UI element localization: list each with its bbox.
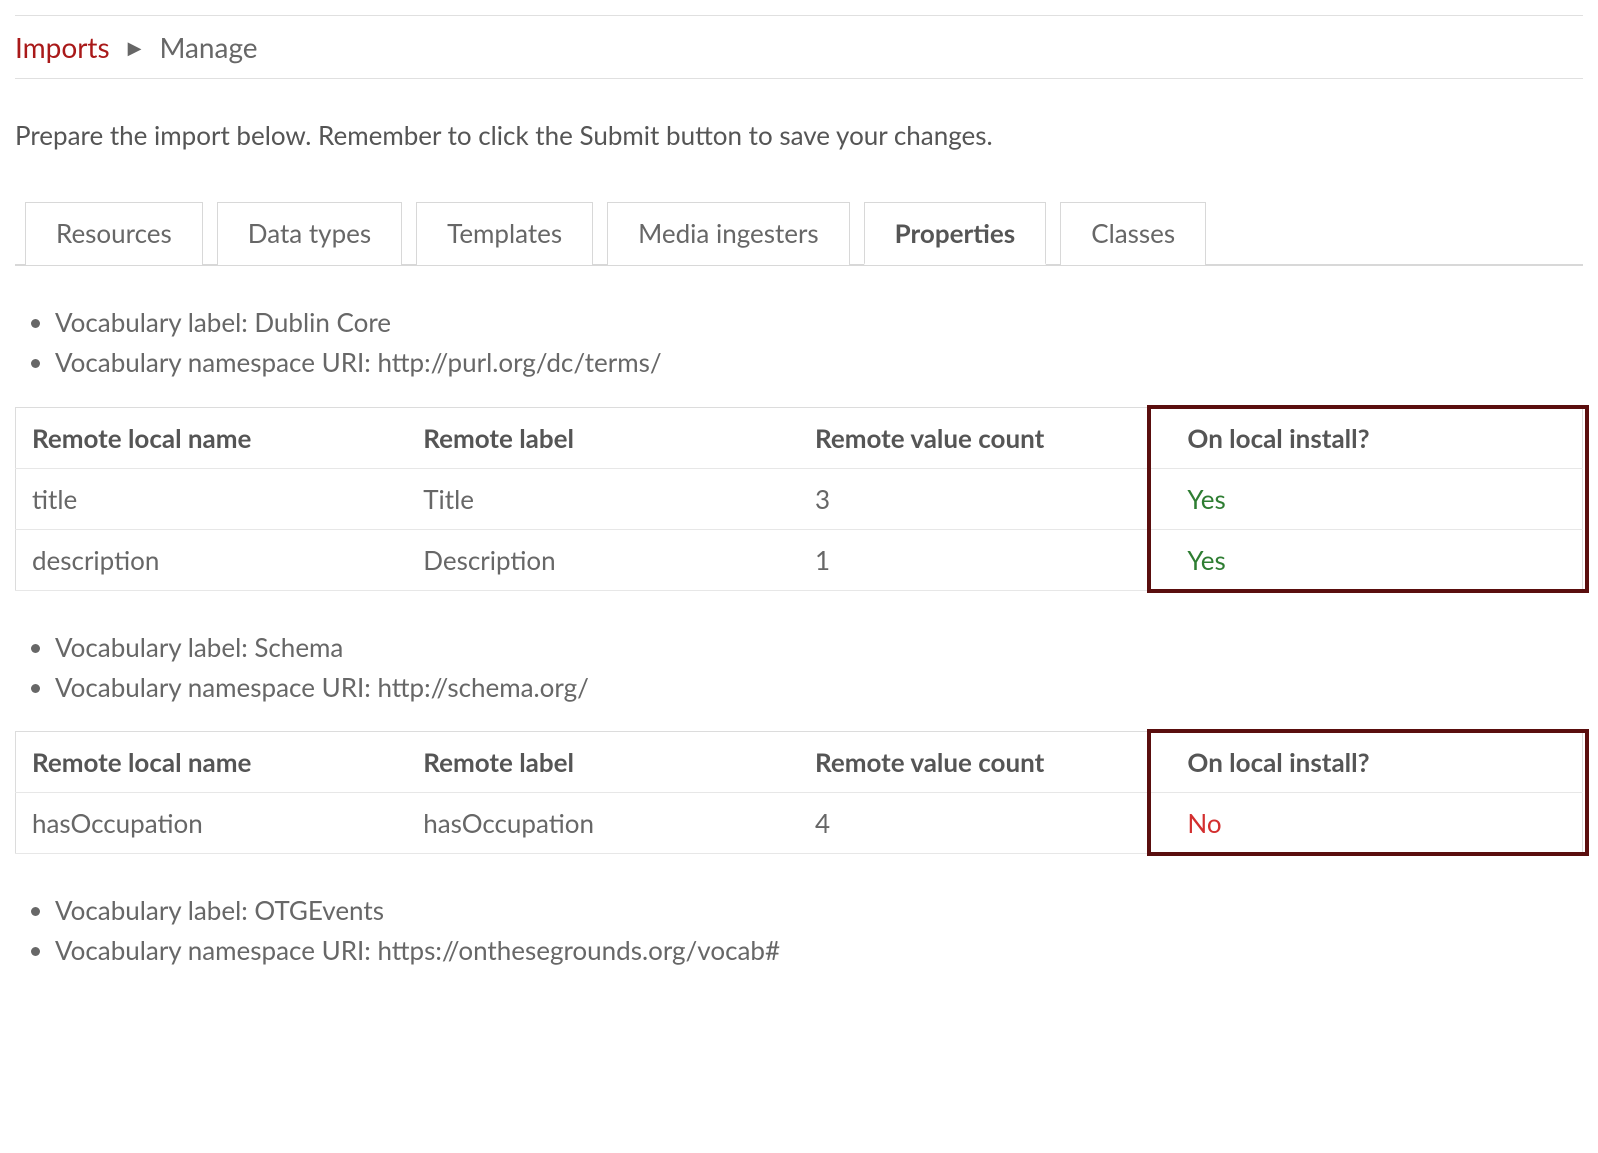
tabs: ResourcesData typesTemplatesMedia ingest… — [15, 201, 1583, 266]
cell-remote-label: Title — [407, 468, 799, 529]
col-header-remote-label: Remote label — [407, 407, 799, 468]
cell-remote-local-name: description — [16, 529, 408, 590]
cell-on-local-install: Yes — [1159, 468, 1582, 529]
vocab-info: Vocabulary label: OTGEventsVocabulary na… — [15, 890, 1583, 971]
cell-remote-value-count: 4 — [799, 793, 1159, 854]
table-row: titleTitle3Yes — [16, 468, 1583, 529]
tab-resources[interactable]: Resources — [25, 202, 203, 265]
col-header-remote-local-name: Remote local name — [16, 732, 408, 793]
intro-text: Prepare the import below. Remember to cl… — [15, 119, 1583, 151]
breadcrumb: Imports ▶ Manage — [15, 15, 1583, 79]
col-header-on-local-install: On local install? — [1159, 407, 1582, 468]
vocab-info: Vocabulary label: Dublin CoreVocabulary … — [15, 302, 1583, 383]
vocab-namespace-uri: Vocabulary namespace URI: http://schema.… — [55, 667, 1583, 707]
vocab-label: Vocabulary label: Dublin Core — [55, 302, 1583, 342]
breadcrumb-separator-icon: ▶ — [128, 36, 142, 59]
tab-media-ingesters[interactable]: Media ingesters — [607, 202, 850, 265]
cell-remote-local-name: title — [16, 468, 408, 529]
col-header-remote-value-count: Remote value count — [799, 732, 1159, 793]
tab-classes[interactable]: Classes — [1060, 202, 1206, 265]
breadcrumb-link-imports[interactable]: Imports — [15, 30, 110, 64]
cell-on-local-install: No — [1159, 793, 1582, 854]
cell-remote-label: hasOccupation — [407, 793, 799, 854]
vocab-namespace-uri: Vocabulary namespace URI: http://purl.or… — [55, 342, 1583, 382]
properties-table: Remote local nameRemote labelRemote valu… — [15, 731, 1583, 854]
tab-properties[interactable]: Properties — [864, 202, 1047, 265]
tab-data-types[interactable]: Data types — [217, 202, 402, 265]
breadcrumb-current: Manage — [159, 30, 257, 64]
col-header-on-local-install: On local install? — [1159, 732, 1582, 793]
vocab-namespace-uri: Vocabulary namespace URI: https://onthes… — [55, 930, 1583, 970]
vocab-info: Vocabulary label: SchemaVocabulary names… — [15, 627, 1583, 708]
table-row: descriptionDescription1Yes — [16, 529, 1583, 590]
cell-remote-value-count: 1 — [799, 529, 1159, 590]
table-row: hasOccupationhasOccupation4No — [16, 793, 1583, 854]
properties-table: Remote local nameRemote labelRemote valu… — [15, 407, 1583, 591]
cell-remote-value-count: 3 — [799, 468, 1159, 529]
col-header-remote-local-name: Remote local name — [16, 407, 408, 468]
properties-table-wrap: Remote local nameRemote labelRemote valu… — [15, 407, 1583, 591]
vocab-label: Vocabulary label: OTGEvents — [55, 890, 1583, 930]
cell-remote-local-name: hasOccupation — [16, 793, 408, 854]
cell-on-local-install: Yes — [1159, 529, 1582, 590]
cell-remote-label: Description — [407, 529, 799, 590]
vocab-label: Vocabulary label: Schema — [55, 627, 1583, 667]
properties-table-wrap: Remote local nameRemote labelRemote valu… — [15, 731, 1583, 854]
col-header-remote-label: Remote label — [407, 732, 799, 793]
col-header-remote-value-count: Remote value count — [799, 407, 1159, 468]
tab-templates[interactable]: Templates — [416, 202, 593, 265]
